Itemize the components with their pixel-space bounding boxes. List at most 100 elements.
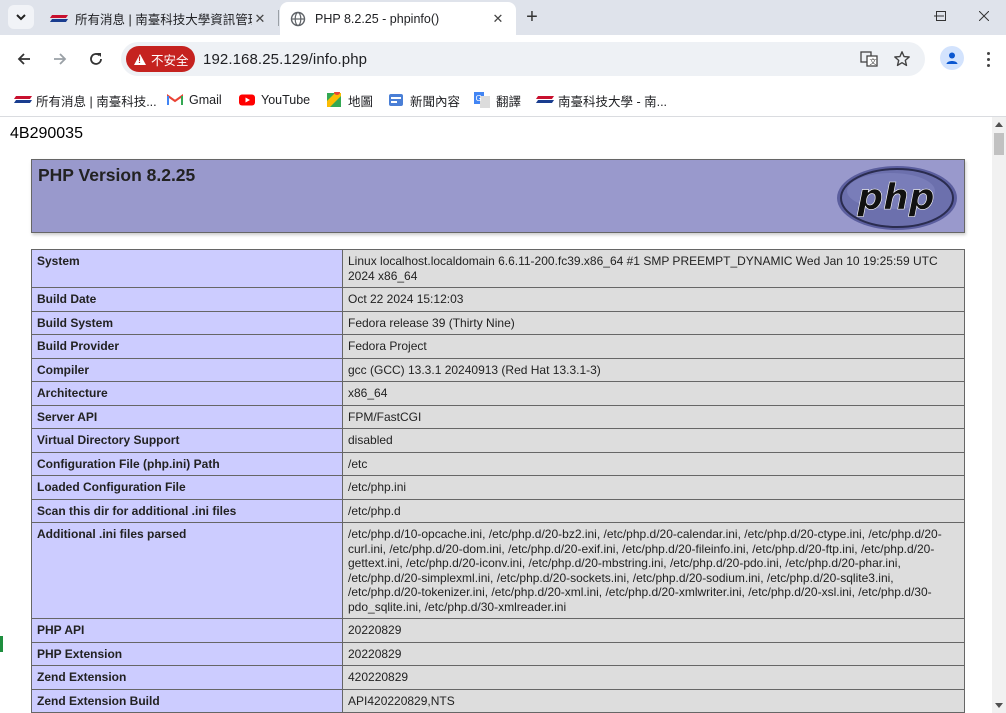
reload-icon	[90, 53, 102, 65]
row-key: Scan this dir for additional .ini files	[31, 498, 343, 523]
news-icon	[389, 94, 403, 106]
row-key: Zend Extension Build	[31, 688, 343, 713]
table-row: Build Date Oct 22 2024 15:12:03	[31, 287, 965, 312]
scrollbar-thumb[interactable]	[994, 133, 1004, 155]
php-info-table: System Linux localhost.localdomain 6.6.11…	[31, 249, 965, 713]
table-row: Zend Extension 420220829	[31, 665, 965, 690]
php-version-header: PHP Version 8.2.25 php	[31, 159, 965, 233]
bookmark-ntust-main[interactable]: 南臺科技大學 - 南...	[535, 88, 668, 112]
bookmark-news[interactable]: 新聞內容	[388, 88, 460, 112]
globe-icon	[290, 11, 306, 26]
row-value: Oct 22 2024 15:12:03	[342, 287, 965, 312]
row-key: PHP Extension	[31, 641, 343, 666]
url-text[interactable]: 192.168.25.129/info.php	[203, 51, 367, 68]
table-row: PHP Extension 20220829	[31, 641, 965, 666]
tab-title: PHP 8.2.25 - phpinfo()	[315, 11, 440, 26]
close-icon	[978, 11, 989, 21]
row-value: /etc/php.d	[342, 498, 965, 523]
svg-text:php: php	[856, 177, 934, 218]
row-value: 20220829	[342, 641, 965, 666]
row-key: Loaded Configuration File	[31, 475, 343, 500]
row-value: /etc/php.d/10-opcache.ini, /etc/php.d/20…	[342, 522, 965, 619]
security-badge[interactable]: 不安全	[126, 46, 195, 72]
table-row: Virtual Directory Support disabled	[31, 428, 965, 453]
menu-kebab-icon[interactable]	[980, 47, 996, 71]
row-value: 20220829	[342, 618, 965, 643]
tab-ntust-news[interactable]: 所有消息 | 南臺科技大學資訊管理系 ✕	[40, 2, 278, 35]
vertical-scrollbar[interactable]	[992, 117, 1006, 713]
row-key: Zend Extension	[31, 665, 343, 690]
table-row: Zend Extension Build API420220829,NTS	[31, 688, 965, 713]
browser-toolbar: 不安全 192.168.25.129/info.php 文	[0, 35, 1006, 83]
reload-button[interactable]	[82, 45, 110, 73]
row-value: FPM/FastCGI	[342, 404, 965, 429]
bookmarks-bar: 所有消息 | 南臺科技... Gmail YouTube 地圖 新聞內容 G 翻…	[0, 83, 1006, 117]
table-row: PHP API 20220829	[31, 618, 965, 643]
chevron-down-icon	[16, 14, 26, 21]
tab-strip: 所有消息 | 南臺科技大學資訊管理系 ✕ PHP 8.2.25 - phpinf…	[0, 0, 1006, 35]
table-row: System Linux localhost.localdomain 6.6.11…	[31, 249, 965, 288]
back-button[interactable]	[10, 45, 38, 73]
maximize-button[interactable]	[918, 0, 963, 32]
table-row: Build System Fedora release 39 (Thirty Ni…	[31, 310, 965, 335]
row-key: Configuration File (php.ini) Path	[31, 451, 343, 476]
row-value: gcc (GCC) 13.3.1 20240913 (Red Hat 13.3.…	[342, 357, 965, 382]
maps-icon	[327, 92, 341, 107]
bookmark-gmail[interactable]: Gmail	[167, 88, 222, 112]
page-viewport: 4B290035 PHP Version 8.2.25 php System Li…	[0, 117, 992, 713]
row-key: Build System	[31, 310, 343, 335]
translate-icon: G	[474, 92, 490, 108]
ntust-icon	[49, 13, 69, 25]
tab-title: 所有消息 | 南臺科技大學資訊管理系	[75, 13, 252, 27]
tab-phpinfo[interactable]: PHP 8.2.25 - phpinfo() ✕	[280, 2, 516, 35]
php-logo-icon[interactable]: php	[836, 165, 958, 231]
row-value: /etc	[342, 451, 965, 476]
row-value: x86_64	[342, 381, 965, 406]
left-edge-marker	[0, 636, 3, 652]
bookmark-translate[interactable]: G 翻譯	[474, 88, 521, 112]
address-bar[interactable]: 不安全 192.168.25.129/info.php 文	[121, 42, 925, 76]
table-row: Additional .ini files parsed/etc/php.d/1…	[31, 522, 965, 619]
forward-button[interactable]	[46, 45, 74, 73]
ntust-icon	[535, 94, 555, 106]
bookmark-star-icon[interactable]	[892, 49, 912, 69]
bookmark-label: 翻譯	[496, 94, 522, 109]
bookmark-label: 地圖	[348, 94, 374, 109]
row-key: Server API	[31, 404, 343, 429]
table-row: Configuration File (php.ini) Path/etc	[31, 451, 965, 476]
arrow-left-icon	[17, 53, 30, 65]
bookmark-label: 所有消息 | 南臺科技...	[36, 94, 157, 109]
php-version-title: PHP Version 8.2.25	[38, 165, 196, 185]
tab-separator	[278, 10, 279, 26]
bookmark-youtube[interactable]: YouTube	[239, 88, 310, 112]
close-window-button[interactable]	[961, 0, 1006, 32]
row-value: Fedora Project	[342, 334, 965, 359]
tab-search-button[interactable]	[8, 5, 34, 29]
bookmark-ntust-news[interactable]: 所有消息 | 南臺科技...	[13, 88, 157, 112]
row-key: Additional .ini files parsed	[31, 522, 343, 619]
row-key: Compiler	[31, 357, 343, 382]
row-key: PHP API	[31, 618, 343, 643]
scroll-down-arrow-icon[interactable]	[995, 703, 1003, 708]
row-value: Linux localhost.localdomain 6.6.11-200.f…	[342, 249, 965, 288]
row-value: 420220829	[342, 665, 965, 690]
new-tab-button[interactable]: +	[520, 6, 544, 28]
table-row: Scan this dir for additional .ini files /…	[31, 498, 965, 523]
profile-avatar-icon[interactable]	[940, 46, 964, 70]
gmail-icon	[167, 94, 183, 105]
table-row: Build Provider Fedora Project	[31, 334, 965, 359]
scroll-up-arrow-icon[interactable]	[995, 122, 1003, 127]
row-value: disabled	[342, 428, 965, 453]
row-value: Fedora release 39 (Thirty Nine)	[342, 310, 965, 335]
maximize-icon	[935, 11, 946, 21]
youtube-icon	[239, 94, 255, 106]
close-icon[interactable]: ✕	[490, 11, 506, 27]
bookmark-maps[interactable]: 地圖	[326, 88, 373, 112]
page-header-text: 4B290035	[10, 125, 83, 142]
ntust-icon	[13, 94, 33, 106]
table-row: Loaded Configuration File/etc/php.ini	[31, 475, 965, 500]
translate-page-icon[interactable]: 文	[859, 49, 879, 69]
close-icon[interactable]: ✕	[252, 11, 268, 27]
row-value: API420220829,NTS	[342, 688, 965, 713]
bookmark-label: 南臺科技大學 - 南...	[558, 94, 668, 109]
